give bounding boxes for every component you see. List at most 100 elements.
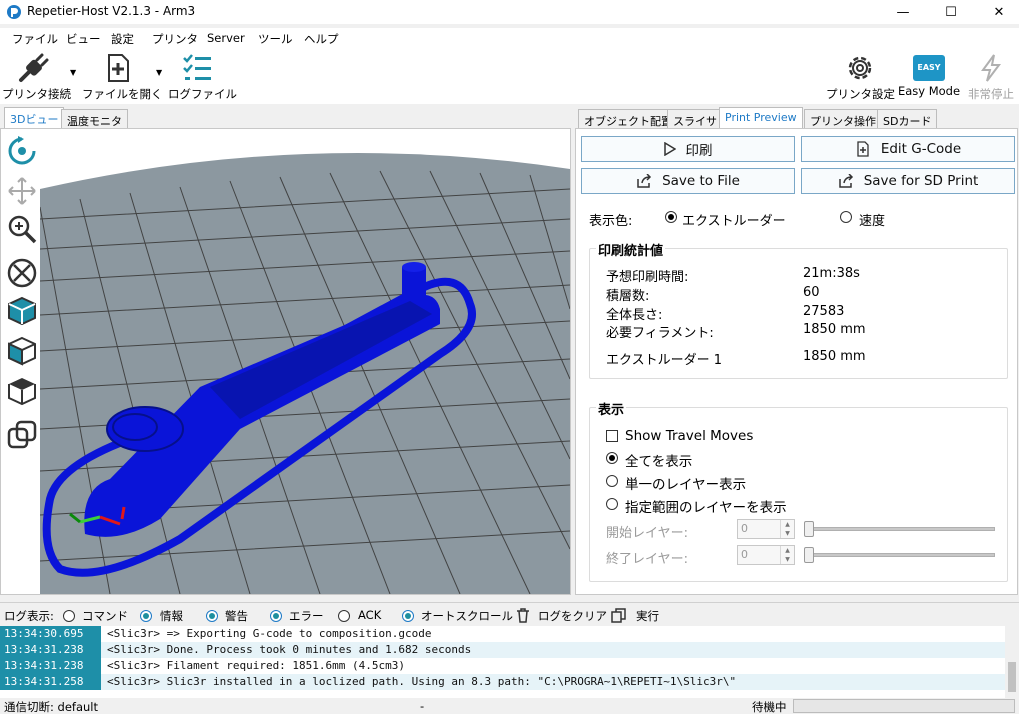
color-speed-label: 速度 xyxy=(859,214,886,229)
open-file-button[interactable]: ファイルを開く xyxy=(82,52,163,102)
menu-help[interactable]: ヘルプ xyxy=(304,31,339,47)
save-for-sd-button[interactable]: Save for SD Print xyxy=(801,168,1015,194)
emergency-stop-button[interactable]: 非常停止 xyxy=(964,52,1018,102)
save-to-file-label: Save to File xyxy=(662,173,740,189)
log-autoscroll-label: オートスクロール xyxy=(421,609,513,623)
log-command-label: コマンド xyxy=(82,609,128,623)
log-error-radio[interactable] xyxy=(270,610,282,622)
top-view-icon[interactable] xyxy=(6,375,38,407)
menu-printer[interactable]: プリンタ xyxy=(152,31,198,47)
print-button[interactable]: 印刷 xyxy=(581,136,795,162)
extruder-1-label: エクストルーダー 1 xyxy=(606,353,723,368)
menu-server[interactable]: Server xyxy=(207,31,245,45)
menu-view[interactable]: ビュー xyxy=(66,31,101,47)
log-ack-label: ACK xyxy=(358,608,382,622)
end-layer-slider-thumb[interactable] xyxy=(804,547,814,563)
color-extruder-label: エクストルーダー xyxy=(682,214,786,229)
tab-sd-card[interactable]: SDカード xyxy=(877,109,938,129)
print-label: 印刷 xyxy=(685,143,713,159)
range-layers-radio[interactable] xyxy=(606,498,618,510)
easy-mode-label: Easy Mode xyxy=(897,84,961,98)
end-layer-slider-track[interactable] xyxy=(805,553,995,557)
log-list: 13:34:30.695 <Slic3r> => Exporting G-cod… xyxy=(0,626,1019,698)
display-title: 表示 xyxy=(596,399,627,418)
zoom-icon[interactable] xyxy=(6,213,38,245)
show-travel-checkbox[interactable] xyxy=(606,430,618,442)
run-button[interactable]: 実行 xyxy=(636,608,659,624)
maximize-button[interactable]: ☐ xyxy=(928,0,974,24)
range-layers-label: 指定範囲のレイヤーを表示 xyxy=(625,500,787,516)
status-bar: 通信切断: default - 待機中 xyxy=(0,698,1019,714)
view-tools-sidebar xyxy=(1,129,40,594)
multi-object-icon[interactable] xyxy=(6,419,38,451)
log-message: <Slic3r> Filament required: 1851.6mm (4.… xyxy=(107,659,406,672)
printer-state: 待機中 xyxy=(752,700,787,714)
filament-needed-label: 必要フィラメント: xyxy=(606,326,714,341)
model-boss xyxy=(106,406,184,452)
start-layer-slider-track[interactable] xyxy=(805,527,995,531)
lightning-icon xyxy=(981,54,1001,82)
log-autoscroll-radio[interactable] xyxy=(402,610,414,622)
spinner-arrows-icon[interactable]: ▲ ▼ xyxy=(780,520,794,538)
start-layer-value: 0 xyxy=(741,522,748,535)
extruder-1-value: 1850 mm xyxy=(803,349,866,364)
log-row: 13:34:31.258 <Slic3r> Slic3r installed i… xyxy=(0,674,1005,690)
log-info-label: 情報 xyxy=(160,609,183,623)
tab-print-preview[interactable]: Print Preview xyxy=(719,107,803,129)
connect-dropdown-arrow[interactable]: ▼ xyxy=(70,68,80,77)
rotate-view-icon[interactable] xyxy=(6,135,38,167)
end-layer-spinner[interactable]: 0 ▲ ▼ xyxy=(737,545,795,565)
connection-status: 通信切断: default xyxy=(4,700,98,714)
save-to-file-button[interactable]: Save to File xyxy=(581,168,795,194)
open-file-dropdown-arrow[interactable]: ▼ xyxy=(156,68,166,77)
menu-file[interactable]: ファイル xyxy=(12,31,58,47)
show-travel-label: Show Travel Moves xyxy=(625,428,754,444)
log-timestamp: 13:34:30.695 xyxy=(0,626,101,642)
repetier-host-window: Repetier-Host V2.1.3 - Arm3 — ☐ ✕ ファイル ビ… xyxy=(0,0,1019,714)
log-ack-radio[interactable] xyxy=(338,610,350,622)
start-layer-spinner[interactable]: 0 ▲ ▼ xyxy=(737,519,795,539)
log-warning-radio[interactable] xyxy=(206,610,218,622)
tab-object-placement[interactable]: オブジェクト配置 xyxy=(578,109,678,129)
log-message: <Slic3r> Done. Process took 0 minutes an… xyxy=(107,643,472,656)
log-command-radio[interactable] xyxy=(63,610,75,622)
tab-3d-view[interactable]: 3Dビュー xyxy=(4,107,65,129)
connect-printer-label: プリンタ接続 xyxy=(2,87,71,101)
minimize-button[interactable]: — xyxy=(880,0,926,24)
edit-gcode-button[interactable]: Edit G-Code xyxy=(801,136,1015,162)
3d-viewport[interactable] xyxy=(40,129,570,594)
show-all-radio[interactable] xyxy=(606,452,618,464)
iso-view-icon[interactable] xyxy=(6,295,38,327)
trash-icon[interactable] xyxy=(516,608,530,623)
printer-settings-button[interactable]: プリンタ設定 xyxy=(826,52,895,102)
log-scrollbar[interactable] xyxy=(1005,626,1019,698)
connect-printer-button[interactable]: プリンタ接続 xyxy=(2,52,71,102)
log-file-button[interactable]: ログファイル xyxy=(168,52,237,102)
close-button[interactable]: ✕ xyxy=(976,0,1019,24)
front-view-icon[interactable] xyxy=(6,335,38,367)
tab-slicer[interactable]: スライサ xyxy=(667,109,723,129)
move-view-icon[interactable] xyxy=(6,175,38,207)
tab-printer-control[interactable]: プリンタ操作 xyxy=(804,109,882,129)
menu-settings[interactable]: 設定 xyxy=(111,31,134,47)
color-extruder-radio[interactable] xyxy=(665,211,677,223)
log-scrollbar-thumb[interactable] xyxy=(1008,662,1016,692)
clear-log-button[interactable]: ログをクリア xyxy=(538,608,607,624)
export-icon xyxy=(637,174,652,188)
filament-needed-value: 1850 mm xyxy=(803,322,866,337)
spinner-arrows-icon[interactable]: ▲ ▼ xyxy=(780,546,794,564)
log-info-radio[interactable] xyxy=(140,610,152,622)
single-layer-radio[interactable] xyxy=(606,475,618,487)
log-row: 13:34:31.238 <Slic3r> Filament required:… xyxy=(0,658,1005,674)
easy-mode-button[interactable]: EASY Easy Mode xyxy=(896,52,962,102)
tab-temperature-monitor[interactable]: 温度モニタ xyxy=(61,109,128,129)
start-layer-slider-thumb[interactable] xyxy=(804,521,814,537)
show-all-label: 全てを表示 xyxy=(625,454,693,470)
color-speed-radio[interactable] xyxy=(840,211,852,223)
edit-gcode-label: Edit G-Code xyxy=(880,141,962,157)
play-icon xyxy=(663,142,676,156)
copy-icon[interactable] xyxy=(611,608,626,623)
est-time-label: 予想印刷時間: xyxy=(606,270,689,285)
menu-tools[interactable]: ツール xyxy=(258,31,293,47)
fit-view-icon[interactable] xyxy=(6,257,38,289)
